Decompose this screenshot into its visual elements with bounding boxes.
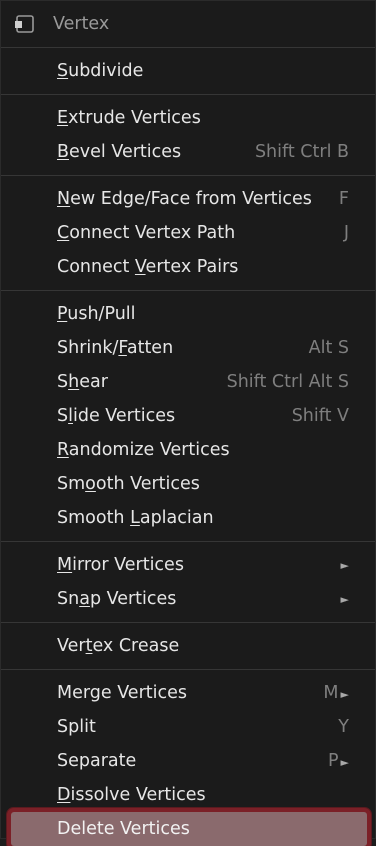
- menu-item-shortcut: M ►: [323, 683, 349, 703]
- menu-item-label: Connect Vertex Pairs: [57, 257, 239, 277]
- menu-item-shortcut: Y: [338, 717, 349, 737]
- menu-item-shear[interactable]: Shear Shift Ctrl Alt S: [1, 365, 375, 399]
- menu-item-extrude-vertices[interactable]: Extrude Vertices: [1, 101, 375, 135]
- menu-item-label: Split: [57, 717, 96, 737]
- menu-item-push-pull[interactable]: Push/Pull: [1, 297, 375, 331]
- menu-item-label: Randomize Vertices: [57, 440, 230, 460]
- menu-item-label: Dissolve Vertices: [57, 785, 206, 805]
- menu-item-separate[interactable]: Separate P ►: [1, 744, 375, 778]
- menu-item-label: Subdivide: [57, 61, 144, 81]
- menu-item-shortcut: P ►: [327, 751, 349, 771]
- menu-item-merge-vertices[interactable]: Merge Vertices M ►: [1, 676, 375, 710]
- menu-item-vertex-crease[interactable]: Vertex Crease: [1, 629, 375, 663]
- vertex-context-menu: Vertex Subdivide Extrude Vertices Bevel Ve…: [0, 0, 376, 846]
- menu-item-label: Slide Vertices: [57, 406, 176, 426]
- menu-item-mirror-vertices[interactable]: Mirror Vertices ►: [1, 548, 375, 582]
- vertex-select-icon: [13, 12, 37, 36]
- submenu-arrow-icon: ►: [340, 592, 349, 606]
- menu-items: Subdivide Extrude Vertices Bevel Vertices S…: [1, 48, 375, 846]
- menu-item-shrink-fatten[interactable]: Shrink/Fatten Alt S: [1, 331, 375, 365]
- menu-item-label: Smooth Vertices: [57, 474, 200, 494]
- menu-item-dissolve-vertices[interactable]: Dissolve Vertices: [1, 778, 375, 812]
- menu-item-shortcut: Shift Ctrl Alt S: [226, 372, 349, 392]
- menu-item-label: Smooth Laplacian: [57, 508, 214, 528]
- submenu-arrow-icon: ►: [340, 756, 349, 769]
- menu-header: Vertex: [1, 1, 375, 47]
- menu-item-label: Push/Pull: [57, 304, 136, 324]
- menu-item-smooth-laplacian[interactable]: Smooth Laplacian: [1, 501, 375, 535]
- menu-item-snap-vertices[interactable]: Snap Vertices ►: [1, 582, 375, 616]
- menu-item-label: Mirror Vertices: [57, 555, 184, 575]
- menu-item-label: Shear: [57, 372, 108, 392]
- menu-item-bevel-vertices[interactable]: Bevel Vertices Shift Ctrl B: [1, 135, 375, 169]
- submenu-arrow-icon: ►: [340, 558, 349, 572]
- menu-item-shortcut: J: [343, 223, 349, 243]
- submenu-arrow-icon: ►: [340, 688, 349, 701]
- menu-item-new-edge-face-from-vertices[interactable]: New Edge/Face from Vertices F: [1, 182, 375, 216]
- menu-item-label: New Edge/Face from Vertices: [57, 189, 312, 209]
- menu-item-connect-vertex-path[interactable]: Connect Vertex Path J: [1, 216, 375, 250]
- menu-item-smooth-vertices[interactable]: Smooth Vertices: [1, 467, 375, 501]
- menu-item-label: Delete Vertices: [57, 819, 190, 839]
- menu-item-label: Extrude Vertices: [57, 108, 201, 128]
- menu-item-slide-vertices[interactable]: Slide Vertices Shift V: [1, 399, 375, 433]
- menu-item-shortcut: F: [338, 189, 349, 209]
- menu-item-label: Vertex Crease: [57, 636, 180, 656]
- menu-item-label: Separate: [57, 751, 137, 771]
- menu-item-delete-vertices[interactable]: Delete Vertices: [11, 812, 367, 846]
- menu-item-shortcut: Shift Ctrl B: [254, 142, 349, 162]
- menu-item-label: Bevel Vertices: [57, 142, 182, 162]
- menu-item-label: Merge Vertices: [57, 683, 187, 703]
- menu-title: Vertex: [53, 14, 110, 34]
- menu-item-connect-vertex-pairs[interactable]: Connect Vertex Pairs: [1, 250, 375, 284]
- menu-item-label: Connect Vertex Path: [57, 223, 236, 243]
- menu-item-randomize-vertices[interactable]: Randomize Vertices: [1, 433, 375, 467]
- menu-item-label: Shrink/Fatten: [57, 338, 174, 358]
- menu-item-shortcut: Alt S: [308, 338, 349, 358]
- menu-item-label: Snap Vertices: [57, 589, 177, 609]
- menu-item-subdivide[interactable]: Subdivide: [1, 54, 375, 88]
- menu-item-split[interactable]: Split Y: [1, 710, 375, 744]
- menu-item-shortcut: Shift V: [291, 406, 349, 426]
